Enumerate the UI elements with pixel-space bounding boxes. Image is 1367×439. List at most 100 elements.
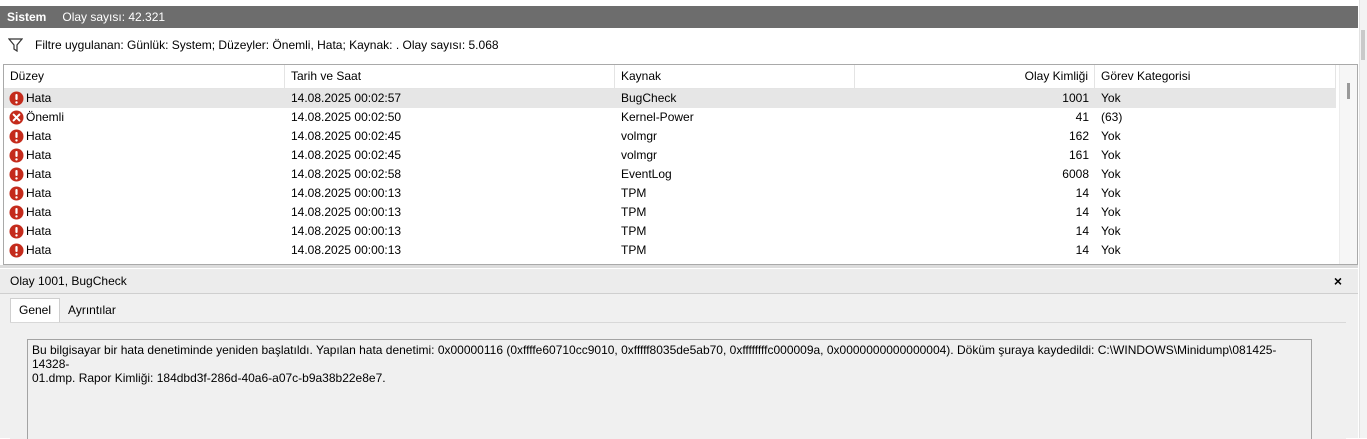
error-icon [9, 205, 24, 220]
cell-datetime: 14.08.2025 00:02:45 [291, 148, 402, 162]
table-scrollbar[interactable] [1339, 65, 1357, 264]
log-title: Sistem [7, 10, 47, 24]
filter-funnel-icon [8, 38, 23, 52]
error-icon [9, 167, 24, 182]
cell-level: Hata [4, 203, 285, 222]
cell-task-category: (63) [1101, 110, 1123, 124]
table-row[interactable]: Hata 14.08.2025 00:02:58 EventLog 6008 Y… [4, 165, 1336, 184]
cell-datetime: 14.08.2025 00:00:13 [291, 205, 402, 219]
cell-event-id: 14 [1075, 205, 1089, 219]
cell-datetime: 14.08.2025 00:00:13 [291, 224, 402, 238]
cell-level: Hata [4, 146, 285, 165]
table-row[interactable]: Hata 14.08.2025 00:00:13 TPM 14 Yok [4, 203, 1336, 222]
column-header-event-id[interactable]: Olay Kimliği [855, 65, 1095, 88]
error-icon [9, 148, 24, 163]
cell-level: Hata [4, 127, 285, 146]
table-row[interactable]: Önemli 14.08.2025 00:02:50 Kernel-Power … [4, 108, 1336, 127]
cell-source: TPM [621, 205, 647, 219]
cell-task-category: Yok [1101, 129, 1121, 143]
cell-source: TPM [621, 243, 647, 257]
cell-event-id: 41 [1075, 110, 1089, 124]
critical-icon [9, 110, 24, 125]
tab-general[interactable]: Genel [10, 298, 61, 322]
cell-event-id: 14 [1075, 186, 1089, 200]
cell-task-category: Yok [1101, 243, 1121, 257]
table-row[interactable]: Hata 14.08.2025 00:00:13 TPM 14 Yok [4, 184, 1336, 203]
cell-level: Hata [4, 241, 285, 260]
cell-task-category: Yok [1101, 205, 1121, 219]
pane-splitter[interactable] [0, 265, 1358, 268]
cell-source: TPM [621, 224, 647, 238]
tab-panel-general: Bu bilgisayar bir hata denetiminde yenid… [10, 322, 1346, 439]
column-header-datetime[interactable]: Tarih ve Saat [285, 65, 615, 88]
error-icon [9, 243, 24, 258]
event-description[interactable]: Bu bilgisayar bir hata denetiminde yenid… [27, 339, 1312, 439]
table-row[interactable]: Hata 14.08.2025 00:02:45 volmgr 161 Yok [4, 146, 1336, 165]
level-label: Önemli [26, 110, 65, 124]
error-icon [9, 129, 24, 144]
table-body: Hata 14.08.2025 00:02:57 BugCheck 1001 Y… [4, 89, 1336, 260]
cell-task-category: Yok [1101, 224, 1121, 238]
detail-title: Olay 1001, BugCheck [10, 274, 127, 288]
level-label: Hata [26, 129, 52, 143]
cell-level: Önemli [4, 108, 285, 127]
table-scrollbar-thumb[interactable] [1347, 83, 1350, 99]
cell-datetime: 14.08.2025 00:00:13 [291, 186, 402, 200]
level-label: Hata [26, 186, 52, 200]
cell-datetime: 14.08.2025 00:02:58 [291, 167, 402, 181]
level-label: Hata [26, 243, 52, 257]
cell-task-category: Yok [1101, 167, 1121, 181]
cell-source: EventLog [621, 167, 672, 181]
cell-source: Kernel-Power [621, 110, 694, 124]
cell-level: Hata [4, 184, 285, 203]
error-icon [9, 186, 24, 201]
error-icon [9, 91, 24, 106]
page-scrollbar-thumb[interactable] [1361, 30, 1365, 60]
table-header: Düzey Tarih ve Saat Kaynak Olay Kimliği … [4, 65, 1336, 89]
table-row[interactable]: Hata 14.08.2025 00:00:13 TPM 14 Yok [4, 222, 1336, 241]
column-header-source[interactable]: Kaynak [615, 65, 855, 88]
cell-source: volmgr [621, 129, 658, 143]
level-label: Hata [26, 148, 52, 162]
table-row[interactable]: Hata 14.08.2025 00:02:57 BugCheck 1001 Y… [4, 89, 1336, 108]
cell-source: TPM [621, 186, 647, 200]
level-label: Hata [26, 224, 52, 238]
level-label: Hata [26, 167, 52, 181]
events-table: Düzey Tarih ve Saat Kaynak Olay Kimliği … [3, 64, 1358, 265]
filter-bar: Filtre uygulanan: Günlük: System; Düzeyl… [0, 33, 1358, 57]
tab-details[interactable]: Ayrıntılar [60, 299, 124, 321]
cell-task-category: Yok [1101, 186, 1121, 200]
detail-pane: Genel Ayrıntılar Bu bilgisayar bir hata … [0, 294, 1358, 439]
column-header-level[interactable]: Düzey [4, 65, 285, 88]
cell-source: BugCheck [621, 91, 677, 105]
cell-level: Hata [4, 222, 285, 241]
cell-task-category: Yok [1101, 148, 1121, 162]
cell-datetime: 14.08.2025 00:02:50 [291, 110, 402, 124]
detail-header: Olay 1001, BugCheck × [0, 269, 1358, 294]
table-row[interactable]: Hata 14.08.2025 00:02:45 volmgr 162 Yok [4, 127, 1336, 146]
cell-event-id: 14 [1075, 243, 1089, 257]
log-header: Sistem Olay sayısı: 42.321 [0, 6, 1358, 28]
cell-datetime: 14.08.2025 00:02:45 [291, 129, 402, 143]
cell-datetime: 14.08.2025 00:00:13 [291, 243, 402, 257]
cell-task-category: Yok [1101, 91, 1121, 105]
cell-level: Hata [4, 165, 285, 184]
table-row[interactable]: Hata 14.08.2025 00:00:13 TPM 14 Yok [4, 241, 1336, 260]
cell-level: Hata [4, 89, 285, 108]
cell-event-id: 6008 [1062, 167, 1089, 181]
detail-tabs: Genel Ayrıntılar [10, 298, 124, 322]
column-header-task-category[interactable]: Görev Kategorisi [1095, 65, 1336, 88]
cell-datetime: 14.08.2025 00:02:57 [291, 91, 402, 105]
error-icon [9, 224, 24, 239]
cell-event-id: 162 [1068, 129, 1089, 143]
level-label: Hata [26, 91, 52, 105]
close-icon[interactable]: × [1334, 273, 1342, 289]
cell-event-id: 161 [1068, 148, 1089, 162]
cell-event-id: 14 [1075, 224, 1089, 238]
level-label: Hata [26, 205, 52, 219]
filter-text: Filtre uygulanan: Günlük: System; Düzeyl… [35, 38, 499, 52]
cell-source: volmgr [621, 148, 658, 162]
cell-event-id: 1001 [1062, 91, 1089, 105]
event-count: Olay sayısı: 42.321 [62, 10, 166, 24]
page-scrollbar[interactable] [1359, 0, 1367, 438]
